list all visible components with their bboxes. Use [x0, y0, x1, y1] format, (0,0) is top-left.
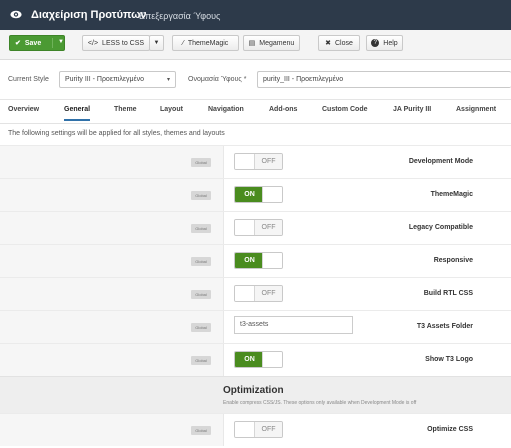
build-rtl-css-toggle[interactable]: OFF [234, 285, 283, 302]
optimize-css-toggle[interactable]: OFF [234, 421, 283, 438]
megamenu-icon: ▤ [248, 40, 256, 47]
toggle-knob [262, 352, 282, 367]
tab-add-ons[interactable]: Add-ons [269, 106, 297, 113]
toggle-knob [235, 286, 255, 301]
eye-icon [10, 10, 22, 19]
toggle-state: OFF [254, 154, 282, 169]
toggle-state: OFF [254, 286, 282, 301]
magic-wand-icon: ⁄ [182, 39, 184, 47]
current-style-value: Purity III - Προεπιλεγμένο [65, 76, 144, 83]
less-to-css-button[interactable]: </> LESS to CSS [82, 35, 150, 51]
megamenu-label: Megamenu [259, 39, 295, 47]
tab-custom-code[interactable]: Custom Code [322, 106, 368, 113]
save-divider [52, 38, 53, 48]
toggle-knob [235, 220, 255, 235]
megamenu-button[interactable]: ▤ Megamenu [243, 35, 300, 51]
question-icon: ? [371, 39, 380, 47]
global-badge: Global [191, 224, 211, 233]
global-badge: Global [191, 158, 211, 167]
toolbar: ✔ Save ▼ </> LESS to CSS ▼ ⁄ ThemeMagic … [0, 30, 511, 60]
toggle-knob [262, 187, 282, 202]
tab-general[interactable]: General [64, 106, 91, 121]
caret-down-icon[interactable]: ▼ [58, 39, 64, 45]
setting-label: Build RTL CSS [423, 290, 473, 297]
toggle-state: ON [235, 187, 264, 202]
setting-label: Show T3 Logo [425, 356, 473, 363]
settings-notice: The following settings will be applied f… [8, 130, 225, 137]
title-bar: Διαχείριση Προτύπων Επεξεργασία Ύφους [0, 0, 511, 30]
help-button[interactable]: ? Help [366, 35, 403, 51]
tab-overview[interactable]: Overview [8, 106, 39, 113]
page-subtitle: Επεξεργασία Ύφους [139, 11, 221, 21]
help-label: Help [383, 39, 398, 47]
tab-navigation[interactable]: Navigation [208, 106, 244, 113]
t3-assets-folder-input[interactable]: t3-assets [234, 316, 353, 334]
global-badge: Global [191, 290, 211, 299]
thememagic-button[interactable]: ⁄ ThemeMagic [172, 35, 239, 51]
close-label: Close [334, 39, 353, 47]
caret-down-icon: ▼ [153, 40, 160, 46]
setting-label: Optimize CSS [427, 426, 473, 433]
global-badge: Global [191, 191, 211, 200]
responsive-toggle[interactable]: ON [234, 252, 283, 269]
setting-label: Legacy Compatible [408, 224, 473, 231]
style-bar: Current Style Purity III - Προεπιλεγμένο… [0, 60, 511, 100]
global-badge: Global [191, 356, 211, 365]
style-name-label: Ονομασία Ύφους * [188, 76, 247, 83]
global-badge: Global [191, 323, 211, 332]
toggle-state: OFF [254, 220, 282, 235]
tab-ja-purity-iii[interactable]: JA Purity III [393, 106, 431, 113]
setting-row-optimize-css: Optimize CSS Global OFF [0, 413, 511, 446]
toggle-state: OFF [254, 422, 282, 437]
toggle-state: ON [235, 352, 264, 367]
setting-row-thememagic: ThemeMagic Global ON [0, 178, 511, 211]
less-dropdown-button[interactable]: ▼ [149, 35, 164, 51]
legacy-compatible-toggle[interactable]: OFF [234, 219, 283, 236]
settings-tabs: Overview General Theme Layout Navigation… [0, 100, 511, 124]
setting-row-responsive: Responsive Global ON [0, 244, 511, 277]
tab-theme[interactable]: Theme [114, 106, 137, 113]
section-description: Enable compress CSS/JS. These options on… [223, 400, 417, 406]
caret-down-icon: ▾ [166, 77, 170, 83]
current-style-label: Current Style [8, 76, 49, 83]
setting-row-build-rtl-css: Build RTL CSS Global OFF [0, 277, 511, 310]
development-mode-toggle[interactable]: OFF [234, 153, 283, 170]
less-to-css-label: LESS to CSS [102, 39, 145, 47]
tab-layout[interactable]: Layout [160, 106, 183, 113]
current-style-select[interactable]: Purity III - Προεπιλεγμένο ▾ [59, 71, 176, 88]
save-label: Save [24, 39, 42, 47]
toggle-knob [262, 253, 282, 268]
thememagic-toggle[interactable]: ON [234, 186, 283, 203]
setting-label: Responsive [433, 257, 473, 264]
setting-row-t3-assets-folder: T3 Assets Folder Global t3-assets [0, 310, 511, 343]
toggle-knob [235, 154, 255, 169]
global-badge: Global [191, 426, 211, 435]
global-badge: Global [191, 257, 211, 266]
setting-row-development-mode: Development Mode Global OFF [0, 145, 511, 178]
style-name-value: purity_III - Προεπιλεγμένο [263, 76, 344, 83]
code-icon: </> [87, 39, 99, 47]
save-button[interactable]: ✔ Save ▼ [9, 35, 65, 51]
section-heading: Optimization [223, 385, 284, 396]
close-button[interactable]: ✖ Close [318, 35, 360, 51]
check-icon: ✔ [15, 40, 21, 47]
optimization-section: Optimization Enable compress CSS/JS. The… [0, 376, 511, 413]
close-icon: ✖ [325, 40, 331, 47]
page-title: Διαχείριση Προτύπων [31, 9, 147, 21]
style-name-input[interactable]: purity_III - Προεπιλεγμένο [257, 71, 511, 88]
setting-label: T3 Assets Folder [416, 323, 473, 330]
setting-row-show-t3-logo: Show T3 Logo Global ON [0, 343, 511, 376]
thememagic-label: ThemeMagic [187, 39, 229, 47]
toggle-knob [235, 422, 255, 437]
setting-label: ThemeMagic [430, 191, 473, 198]
setting-label: Development Mode [408, 158, 473, 165]
toggle-state: ON [235, 253, 264, 268]
setting-row-legacy-compatible: Legacy Compatible Global OFF [0, 211, 511, 244]
show-t3-logo-toggle[interactable]: ON [234, 351, 283, 368]
tab-assignment[interactable]: Assignment [456, 106, 496, 113]
